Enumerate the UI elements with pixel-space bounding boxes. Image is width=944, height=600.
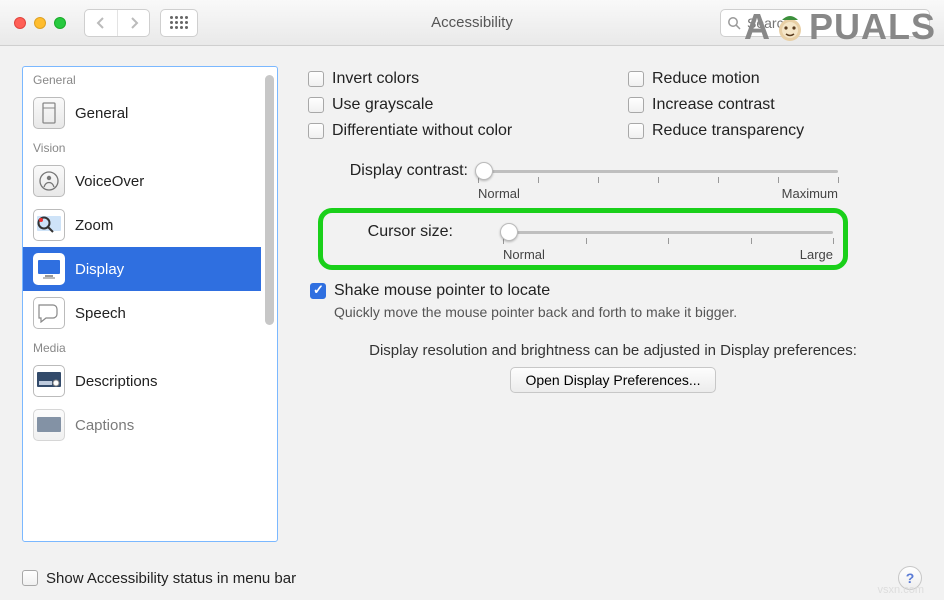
forward-button[interactable] bbox=[117, 10, 149, 36]
search-icon bbox=[727, 16, 741, 30]
cursor-size-highlight: Cursor size: Normal Large bbox=[318, 208, 848, 270]
display-contrast-knob[interactable] bbox=[475, 162, 493, 180]
reduce-motion-label: Reduce motion bbox=[652, 70, 760, 88]
increase-contrast-label: Increase contrast bbox=[652, 96, 775, 114]
zoom-icon bbox=[33, 209, 65, 241]
invert-colors-label: Invert colors bbox=[332, 70, 419, 88]
show-all-button[interactable] bbox=[160, 9, 198, 37]
reduce-motion-row: Reduce motion bbox=[628, 70, 888, 88]
sidebar-scrollbar[interactable] bbox=[265, 75, 274, 325]
content-pane: Invert colors Reduce motion Use grayscal… bbox=[298, 66, 922, 542]
reduce-transparency-label: Reduce transparency bbox=[652, 122, 804, 140]
differentiate-label: Differentiate without color bbox=[332, 122, 512, 140]
use-grayscale-checkbox[interactable] bbox=[308, 97, 324, 113]
voiceover-icon bbox=[33, 165, 65, 197]
use-grayscale-label: Use grayscale bbox=[332, 96, 433, 114]
display-preferences-text: Display resolution and brightness can be… bbox=[308, 342, 918, 359]
display-contrast-max: Maximum bbox=[782, 186, 838, 201]
display-icon bbox=[33, 253, 65, 285]
cursor-size-label: Cursor size: bbox=[333, 221, 453, 241]
display-contrast-min: Normal bbox=[478, 186, 520, 201]
window-footer: Show Accessibility status in menu bar ? bbox=[0, 556, 944, 600]
help-button[interactable]: ? bbox=[898, 566, 922, 590]
reduce-transparency-checkbox[interactable] bbox=[628, 123, 644, 139]
sidebar-item-display[interactable]: Display bbox=[23, 247, 261, 291]
shake-pointer-checkbox[interactable] bbox=[310, 283, 326, 299]
cursor-size-knob[interactable] bbox=[500, 223, 518, 241]
shake-pointer-label: Shake mouse pointer to locate bbox=[334, 282, 550, 300]
sidebar-item-speech[interactable]: Speech bbox=[23, 291, 261, 335]
sidebar-item-label: Descriptions bbox=[75, 373, 158, 390]
cursor-size-slider[interactable]: Normal Large bbox=[503, 221, 833, 261]
sidebar-item-voiceover[interactable]: VoiceOver bbox=[23, 159, 261, 203]
sidebar-item-label: Captions bbox=[75, 417, 134, 434]
zoom-window-button[interactable] bbox=[54, 17, 66, 29]
shake-pointer-block: Shake mouse pointer to locate Quickly mo… bbox=[310, 282, 918, 320]
search-input[interactable] bbox=[745, 14, 921, 32]
back-button[interactable] bbox=[85, 10, 117, 36]
show-status-checkbox[interactable] bbox=[22, 570, 38, 586]
reduce-motion-checkbox[interactable] bbox=[628, 71, 644, 87]
sidebar-section-media: Media bbox=[23, 335, 261, 359]
sidebar-item-label: General bbox=[75, 105, 128, 122]
chevron-right-icon bbox=[129, 17, 139, 29]
display-preferences-block: Display resolution and brightness can be… bbox=[308, 342, 918, 393]
nav-buttons bbox=[84, 9, 150, 37]
sidebar-item-label: VoiceOver bbox=[75, 173, 144, 190]
category-sidebar: General General Vision VoiceOver Zoom bbox=[22, 66, 278, 542]
grid-icon bbox=[170, 16, 188, 29]
increase-contrast-row: Increase contrast bbox=[628, 96, 888, 114]
differentiate-row: Differentiate without color bbox=[308, 122, 588, 140]
captions-icon bbox=[33, 409, 65, 441]
display-contrast-label: Display contrast: bbox=[308, 160, 468, 180]
speech-icon bbox=[33, 297, 65, 329]
show-status-label: Show Accessibility status in menu bar bbox=[46, 570, 296, 587]
chevron-left-icon bbox=[96, 17, 106, 29]
increase-contrast-checkbox[interactable] bbox=[628, 97, 644, 113]
close-window-button[interactable] bbox=[14, 17, 26, 29]
invert-colors-row: Invert colors bbox=[308, 70, 588, 88]
reduce-transparency-row: Reduce transparency bbox=[628, 122, 888, 140]
cursor-size-min: Normal bbox=[503, 247, 545, 262]
search-field[interactable] bbox=[720, 9, 930, 37]
sidebar-item-zoom[interactable]: Zoom bbox=[23, 203, 261, 247]
window-toolbar: Accessibility bbox=[0, 0, 944, 46]
cursor-size-max: Large bbox=[800, 247, 833, 262]
general-icon bbox=[33, 97, 65, 129]
sidebar-item-label: Display bbox=[75, 261, 124, 278]
use-grayscale-row: Use grayscale bbox=[308, 96, 588, 114]
sidebar-section-vision: Vision bbox=[23, 135, 261, 159]
sidebar-item-descriptions[interactable]: Descriptions bbox=[23, 359, 261, 403]
open-display-preferences-button[interactable]: Open Display Preferences... bbox=[510, 367, 715, 393]
display-contrast-slider[interactable]: Normal Maximum bbox=[478, 160, 838, 200]
sidebar-section-general: General bbox=[23, 67, 261, 91]
invert-colors-checkbox[interactable] bbox=[308, 71, 324, 87]
window-controls bbox=[14, 17, 66, 29]
minimize-window-button[interactable] bbox=[34, 17, 46, 29]
display-contrast-block: Display contrast: Normal Maximum bbox=[308, 160, 918, 200]
differentiate-checkbox[interactable] bbox=[308, 123, 324, 139]
shake-pointer-hint: Quickly move the mouse pointer back and … bbox=[334, 304, 918, 320]
sidebar-item-general[interactable]: General bbox=[23, 91, 261, 135]
sidebar-item-captions[interactable]: Captions bbox=[23, 403, 261, 447]
sidebar-item-label: Zoom bbox=[75, 217, 113, 234]
descriptions-icon bbox=[33, 365, 65, 397]
sidebar-item-label: Speech bbox=[75, 305, 126, 322]
